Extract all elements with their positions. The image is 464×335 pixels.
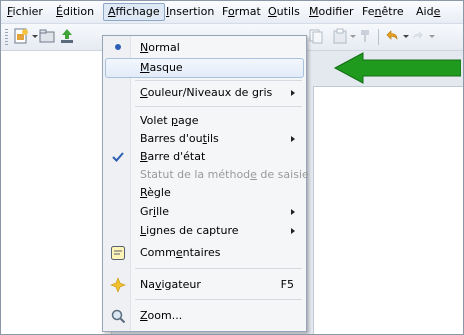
menu-item-label: Volet page <box>140 114 199 127</box>
menu-label-post: rmat <box>234 5 261 18</box>
chevron-down-icon[interactable] <box>32 35 38 38</box>
menu-item-masque[interactable]: Masque <box>105 58 304 78</box>
menu-item-barre-etat[interactable]: Barre d'état <box>105 147 304 167</box>
format-paintbrush-icon[interactable] <box>357 28 373 44</box>
menu-mnemonic: A <box>108 5 116 18</box>
menu-label-post: nsertion <box>169 5 215 18</box>
menu-mnemonic: É <box>56 5 63 18</box>
menu-item-normal[interactable]: Normal <box>105 38 304 58</box>
radio-bullet-icon <box>110 40 126 56</box>
menu-item-lignes-de-capture[interactable]: Lignes de capture <box>105 221 304 241</box>
menu-separator <box>135 106 302 107</box>
menu-affichage[interactable]: Affichage <box>103 3 165 21</box>
comments-icon <box>110 245 126 261</box>
menu-item-label: Statut de la méthode de saisie <box>140 168 309 181</box>
menu-label-post: être <box>381 5 404 18</box>
menu-mnemonic: O <box>268 5 277 18</box>
menu-item-label: Navigateur <box>140 278 201 291</box>
menu-item-volet-page[interactable]: Volet page <box>105 111 304 131</box>
menu-mnemonic: M <box>309 5 319 18</box>
redo-icon[interactable] <box>410 28 426 44</box>
menu-separator <box>135 299 302 300</box>
copy-icon[interactable] <box>308 28 324 44</box>
menu-item-label: Lignes de capture <box>140 224 239 237</box>
menu-item-regle[interactable]: Règle <box>105 183 304 203</box>
slide-canvas[interactable] <box>313 86 463 334</box>
submenu-arrow-icon <box>291 136 295 142</box>
menu-mnemonic: o <box>227 5 235 18</box>
chevron-down-icon[interactable] <box>429 35 435 38</box>
chevron-down-icon[interactable] <box>403 35 409 38</box>
menu-label-post: dition <box>62 5 95 18</box>
menu-label-pre: Aid <box>416 5 434 18</box>
menu-label-pre: Fe <box>362 5 375 18</box>
menu-item-statut-methode-saisie[interactable]: Statut de la méthode de saisie <box>105 165 309 185</box>
green-arrow-icon <box>333 52 461 84</box>
menu-separator <box>135 268 302 269</box>
checkmark-icon <box>110 149 126 165</box>
menu-item-grille[interactable]: Grille <box>105 202 304 222</box>
open-folder-icon[interactable] <box>39 28 55 44</box>
menu-fichier[interactable]: Fichier <box>3 4 47 20</box>
menu-fenetre[interactable]: Fenêtre <box>358 4 408 20</box>
menu-outils[interactable]: Outils <box>264 4 304 20</box>
menu-item-couleur-niveaux-de-gris[interactable]: Couleur/Niveaux de gris <box>105 83 304 103</box>
menu-separator <box>135 80 302 81</box>
affichage-dropdown-menu: Normal Masque Couleur/Niveaux de gris Vo… <box>102 35 309 332</box>
toolbar-grip[interactable] <box>5 29 8 45</box>
paste-icon[interactable] <box>332 28 348 44</box>
menu-label-post: utils <box>276 5 300 18</box>
menu-insertion[interactable]: Insertion <box>162 4 218 20</box>
shortcut-label: F5 <box>280 278 294 291</box>
menu-edition[interactable]: Édition <box>52 4 98 20</box>
menu-item-label: Couleur/Niveaux de gris <box>140 86 273 99</box>
menu-item-label: Règle <box>140 186 171 199</box>
submenu-arrow-icon <box>291 209 295 215</box>
menu-label-post: ichier <box>12 5 43 18</box>
menu-item-commentaires[interactable]: Commentaires <box>105 243 304 263</box>
navigator-star-icon <box>110 277 126 293</box>
undo-icon[interactable] <box>384 28 400 44</box>
menu-label-post: ffichage <box>115 5 160 18</box>
menu-mnemonic: e <box>433 5 441 18</box>
menu-item-zoom[interactable]: Zoom... <box>105 306 304 326</box>
menu-item-label: Zoom... <box>140 309 183 322</box>
save-icon[interactable] <box>59 28 75 44</box>
chevron-down-icon[interactable] <box>350 35 356 38</box>
menu-item-barres-outils[interactable]: Barres d'outils <box>105 129 304 149</box>
submenu-arrow-icon <box>291 90 295 96</box>
magnifier-icon <box>110 308 126 324</box>
menu-label-post: odifier <box>318 5 354 18</box>
new-document-icon[interactable] <box>13 28 29 44</box>
menubar: Fichier Édition Affichage Insertion Form… <box>1 1 463 24</box>
application-window: Fichier Édition Affichage Insertion Form… <box>0 0 464 335</box>
menu-item-label: Grille <box>140 205 169 218</box>
menu-item-label: Barre d'état <box>140 150 206 163</box>
toolbar-separator <box>378 29 379 45</box>
slides-panel[interactable] <box>1 51 112 334</box>
menu-aide[interactable]: Aide <box>412 4 444 20</box>
menu-item-label: Barres d'outils <box>140 132 219 145</box>
menu-item-label: Normal <box>140 41 180 54</box>
menu-format[interactable]: Format <box>218 4 265 20</box>
menu-modifier[interactable]: Modifier <box>305 4 358 20</box>
menu-item-navigateur[interactable]: Navigateur F5 <box>105 275 304 295</box>
menu-item-label: Commentaires <box>140 246 221 259</box>
menu-item-label: Masque <box>140 61 183 74</box>
submenu-arrow-icon <box>291 228 295 234</box>
